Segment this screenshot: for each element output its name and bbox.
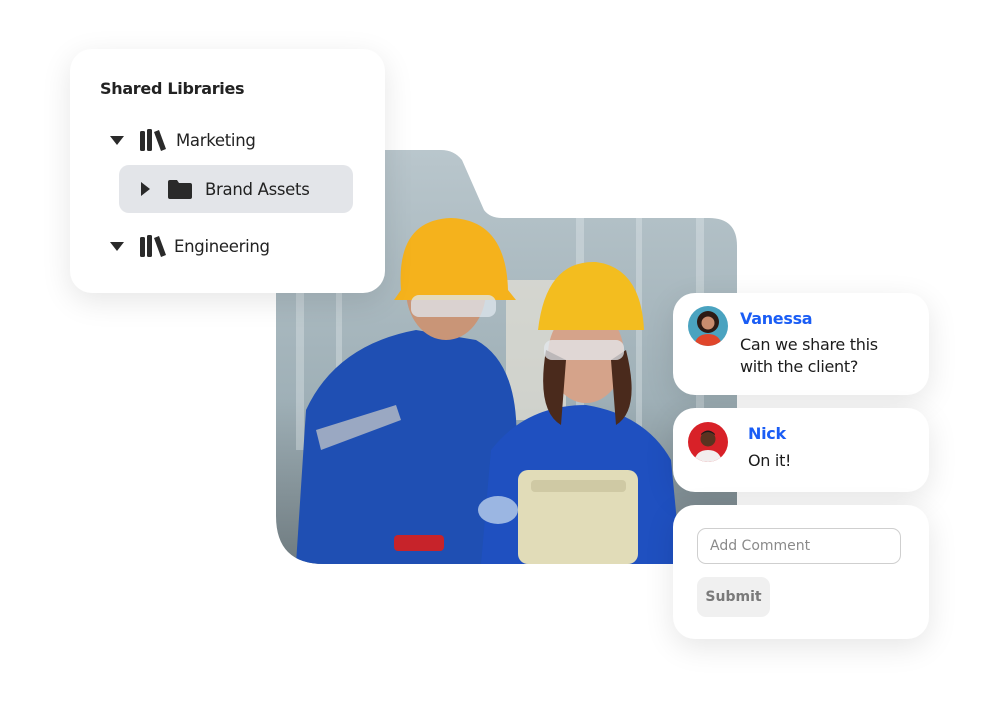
library-books-icon bbox=[140, 129, 166, 151]
caret-right-icon[interactable] bbox=[141, 182, 150, 196]
tree-item-label: Brand Assets bbox=[205, 179, 310, 199]
add-comment-input[interactable] bbox=[697, 528, 901, 564]
tree-item-label: Marketing bbox=[176, 130, 256, 150]
comment-author: Vanessa bbox=[740, 309, 813, 328]
person-icon bbox=[694, 311, 722, 346]
comment-text-line: Can we share this bbox=[740, 335, 878, 354]
comment-author: Nick bbox=[748, 424, 786, 443]
comment-text: On it! bbox=[748, 451, 792, 470]
comment-card: Vanessa Can we share this with the clien… bbox=[673, 293, 929, 395]
caret-down-icon[interactable] bbox=[110, 135, 124, 145]
library-books-icon bbox=[140, 235, 166, 257]
avatar-nick bbox=[688, 422, 728, 462]
avatar-vanessa bbox=[688, 306, 728, 346]
tree-item-marketing[interactable]: Marketing bbox=[110, 116, 256, 164]
panel-title: Shared Libraries bbox=[100, 79, 245, 98]
tree-item-brand-assets[interactable]: Brand Assets bbox=[119, 165, 353, 213]
tree-item-label: Engineering bbox=[174, 236, 270, 256]
caret-down-icon[interactable] bbox=[110, 241, 124, 251]
folder-icon bbox=[168, 180, 192, 199]
comment-card: Nick On it! bbox=[673, 408, 929, 492]
comment-form: Submit bbox=[673, 505, 929, 639]
tree-item-engineering[interactable]: Engineering bbox=[110, 222, 270, 270]
shared-libraries-panel: Shared Libraries Marketing Brand Assets … bbox=[70, 49, 385, 293]
comment-text-line: with the client? bbox=[740, 357, 859, 376]
submit-button[interactable]: Submit bbox=[697, 577, 770, 617]
person-icon bbox=[694, 430, 722, 462]
comment-text: Can we share this with the client? bbox=[740, 334, 878, 378]
